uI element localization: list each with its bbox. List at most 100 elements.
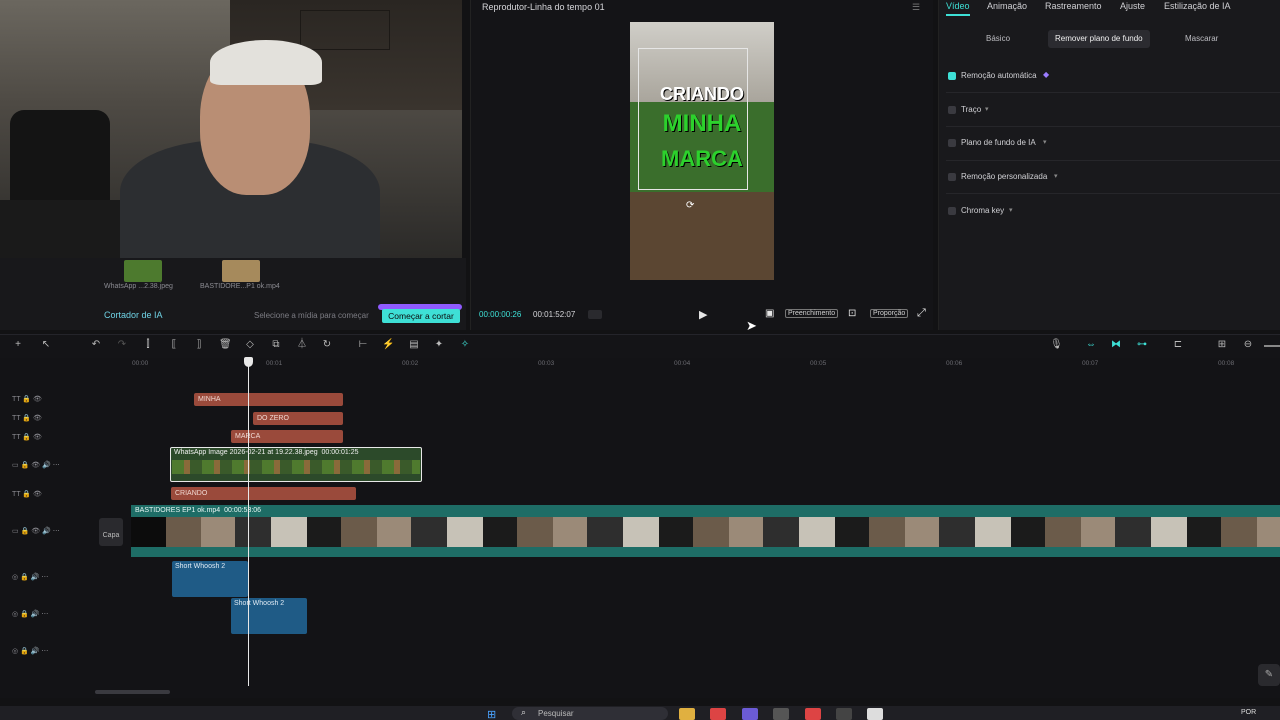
mirror-icon[interactable]: ⏃ xyxy=(296,339,308,351)
discord-icon[interactable] xyxy=(742,708,758,720)
trim-left-icon[interactable]: ⟦ xyxy=(168,339,180,351)
cover-button[interactable]: Capa xyxy=(99,518,123,546)
chevron-down-icon[interactable]: ▾ xyxy=(1009,206,1013,214)
chroma-key-checkbox[interactable] xyxy=(948,207,956,215)
webcam-overlay xyxy=(0,0,462,258)
background-cabinet-door xyxy=(300,10,390,50)
ruler-tick: 00:01 xyxy=(266,360,283,367)
snap-icon[interactable]: ⧓ xyxy=(1110,339,1122,351)
media-thumb-1[interactable] xyxy=(124,260,162,282)
auto-cut-icon[interactable]: ✧ xyxy=(459,339,471,351)
media-item-name: WhatsApp ...2.38.jpeg xyxy=(104,283,173,290)
rotate-icon[interactable]: ⟳ xyxy=(686,200,694,211)
playhead-handle[interactable] xyxy=(244,357,253,367)
crop-icon[interactable]: ⧉ xyxy=(270,339,282,351)
add-icon[interactable]: + xyxy=(12,339,24,351)
timeline-scrollbar[interactable] xyxy=(95,690,170,694)
windows-start-icon[interactable]: ⊞ xyxy=(487,708,496,720)
text-track-icon: TT 🔒 👁 xyxy=(12,415,42,422)
main-clip-label: BASTIDORES EP1 ok.mp4 00:00:53:06 xyxy=(135,507,262,514)
microphone-icon[interactable]: 🎙 xyxy=(1050,339,1063,351)
person-cap xyxy=(210,40,322,85)
selection-box[interactable] xyxy=(638,48,748,190)
custom-remove-checkbox[interactable] xyxy=(948,173,956,181)
select-tool-icon[interactable]: ↖ xyxy=(40,339,52,351)
app-icon[interactable] xyxy=(773,708,789,720)
mouse-cursor-icon: ➤ xyxy=(746,318,757,333)
ruler-tick: 00:07 xyxy=(1082,360,1099,367)
tab-estilizacao[interactable]: Estilização de IA xyxy=(1164,1,1231,11)
capcut-icon[interactable] xyxy=(867,708,883,720)
media-player-icon[interactable] xyxy=(836,708,852,720)
text-clip[interactable]: MINHA xyxy=(194,393,343,406)
chrome-icon[interactable] xyxy=(710,708,726,720)
ruler-tick: 00:03 xyxy=(538,360,555,367)
fullscreen-icon[interactable]: ⤢ xyxy=(917,307,926,320)
zoom-slider[interactable] xyxy=(1264,345,1280,347)
taskbar-search[interactable]: Pesquisar xyxy=(512,707,668,720)
text-clip[interactable]: CRIANDO xyxy=(171,487,356,500)
active-tab-indicator xyxy=(946,14,970,16)
chevron-down-icon[interactable]: ▾ xyxy=(1043,138,1047,146)
tab-video[interactable]: Vídeo xyxy=(946,1,970,11)
menu-icon[interactable]: ☰ xyxy=(912,2,920,13)
magic-icon[interactable]: ✦ xyxy=(433,339,445,351)
play-icon[interactable]: ▶ xyxy=(699,308,707,321)
audio-clip-label: Short Whoosh 2 xyxy=(234,600,285,607)
preview-axis-icon[interactable]: ⊏ xyxy=(1172,339,1184,351)
stroke-checkbox[interactable] xyxy=(948,106,956,114)
speed-icon[interactable]: ⚡ xyxy=(382,339,394,351)
file-explorer-icon[interactable] xyxy=(679,708,695,720)
subtab-remover-fundo[interactable]: Remover plano de fundo xyxy=(1055,34,1143,43)
ai-bg-checkbox[interactable] xyxy=(948,139,956,147)
magnet-icon[interactable]: ⊶ xyxy=(1136,339,1148,351)
screenshot-icon[interactable]: ⊡ xyxy=(848,308,856,319)
stroke-label: Traço xyxy=(961,105,982,114)
ai-gem-icon: ◆ xyxy=(1043,70,1050,79)
delete-icon[interactable]: 🗑 xyxy=(219,339,232,351)
image-clip-label: WhatsApp Image 2026-02-21 at 19.22.38.jp… xyxy=(174,449,359,456)
chevron-down-icon[interactable]: ▾ xyxy=(1054,172,1058,180)
divider xyxy=(946,126,1280,127)
feedback-icon[interactable]: ✎ xyxy=(1258,664,1280,686)
subtab-mascarar[interactable]: Mascarar xyxy=(1185,34,1218,43)
ruler-tick: 00:00 xyxy=(132,360,149,367)
marker-icon[interactable]: ◇ xyxy=(244,339,256,351)
main-video-thumbs xyxy=(131,517,1280,547)
text-clip[interactable]: DO ZERO xyxy=(253,412,343,425)
undo-icon[interactable]: ↶ xyxy=(90,339,102,351)
cortador-label[interactable]: Cortador de IA xyxy=(104,310,163,320)
link-icon[interactable]: ⇔ xyxy=(1085,339,1097,351)
rotate-clip-icon[interactable]: ↻ xyxy=(321,339,333,351)
auto-remove-checkbox[interactable] xyxy=(948,72,956,80)
chroma-key-label: Chroma key xyxy=(961,206,1005,215)
split-icon[interactable]: ⫿ xyxy=(142,339,154,351)
subtab-basico[interactable]: Básico xyxy=(986,34,1010,43)
text-to-speech-icon[interactable]: ▤ xyxy=(408,339,420,351)
language-indicator[interactable]: POR xyxy=(1241,709,1256,716)
zoom-out-icon[interactable]: ⊖ xyxy=(1242,339,1254,351)
timecode-toggle[interactable] xyxy=(588,310,602,319)
audio-track-icon: ◎ 🔒 🔊 ⋯ xyxy=(12,574,49,581)
playhead[interactable] xyxy=(248,358,249,686)
fill-icon[interactable]: ▣ xyxy=(765,308,774,319)
chrome-icon[interactable] xyxy=(805,708,821,720)
freeze-icon[interactable]: ⊢ xyxy=(357,339,369,351)
ratio-label[interactable]: Proporção xyxy=(870,309,909,318)
tab-animacao[interactable]: Animação xyxy=(987,1,1027,11)
chevron-down-icon[interactable]: ▾ xyxy=(985,105,989,113)
media-hint: Selecione a mídia para começar xyxy=(254,311,369,320)
tab-rastreamento[interactable]: Rastreamento xyxy=(1045,1,1102,11)
image-clip-thumbs xyxy=(172,460,420,474)
audio-track-icon: ◎ 🔒 🔊 ⋯ xyxy=(12,648,49,655)
thumbnail-icon[interactable]: ⊞ xyxy=(1216,339,1228,351)
tab-ajuste[interactable]: Ajuste xyxy=(1120,1,1145,11)
text-track-icon: TT 🔒 👁 xyxy=(12,491,42,498)
start-cut-button[interactable]: Começar a cortar xyxy=(382,309,460,323)
redo-icon[interactable]: ↷ xyxy=(116,339,128,351)
media-thumb-2[interactable] xyxy=(222,260,260,282)
trim-right-icon[interactable]: ⟧ xyxy=(193,339,205,351)
media-item-name: BASTIDORE...P1 ok.mp4 xyxy=(200,283,280,290)
fill-label[interactable]: Preenchimento xyxy=(785,309,839,318)
ruler-tick: 00:02 xyxy=(402,360,419,367)
